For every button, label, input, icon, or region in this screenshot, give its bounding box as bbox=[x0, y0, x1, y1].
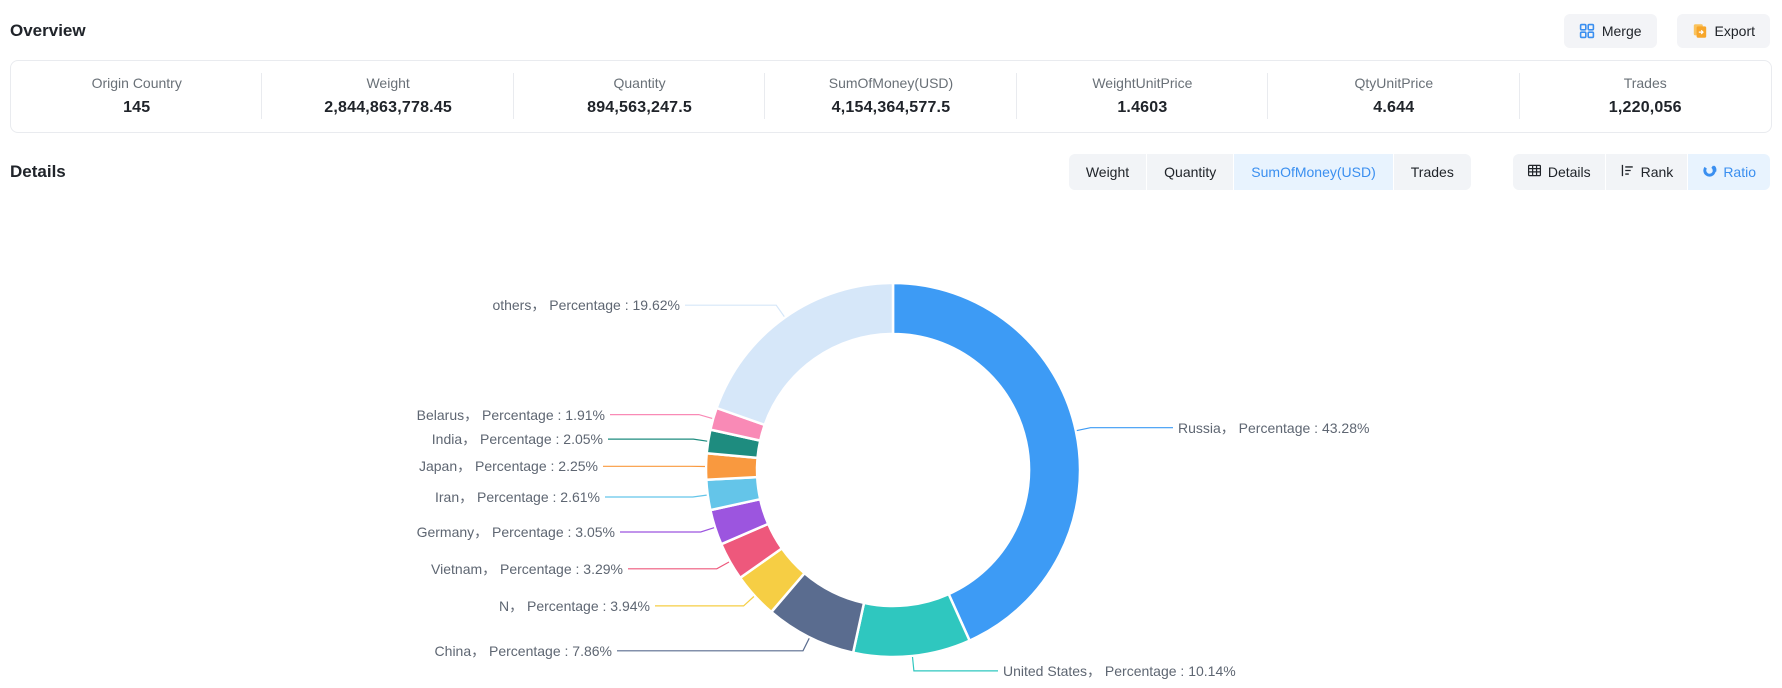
tab-label: Weight bbox=[1086, 164, 1129, 180]
stat-sumofmoney-usd: SumOfMoney(USD) 4,154,364,577.5 bbox=[765, 75, 1016, 117]
details-bar: Details Weight Quantity SumOfMoney(USD) Tra… bbox=[0, 154, 1782, 190]
chart-leader-line-n bbox=[655, 597, 754, 606]
stat-value: 1.4603 bbox=[1017, 99, 1268, 117]
chart-label-germany: Germany， Percentage : 3.05% bbox=[417, 521, 615, 543]
rank-icon bbox=[1620, 163, 1635, 181]
stat-label: QtyUnitPrice bbox=[1268, 75, 1519, 91]
stat-trades: Trades 1,220,056 bbox=[1520, 75, 1771, 117]
stat-value: 894,563,247.5 bbox=[514, 99, 765, 117]
stat-value: 145 bbox=[11, 99, 262, 117]
stat-label: Quantity bbox=[514, 75, 765, 91]
chart-leader-line-india bbox=[608, 439, 707, 441]
merge-button[interactable]: Merge bbox=[1564, 14, 1657, 48]
stat-label: Trades bbox=[1520, 75, 1771, 91]
chart-label-china: China， Percentage : 7.86% bbox=[435, 640, 612, 662]
details-title: Details bbox=[10, 162, 66, 182]
tab-label: Details bbox=[1548, 164, 1591, 180]
stat-label: WeightUnitPrice bbox=[1017, 75, 1268, 91]
tab-rank[interactable]: Rank bbox=[1606, 154, 1688, 190]
chart-leader-line-china bbox=[617, 638, 809, 651]
donut-icon bbox=[1702, 163, 1717, 181]
stat-weightunitprice: WeightUnitPrice 1.4603 bbox=[1017, 75, 1268, 117]
chart-label-n: N， Percentage : 3.94% bbox=[499, 595, 650, 617]
tab-sumofmoney-usd[interactable]: SumOfMoney(USD) bbox=[1234, 154, 1392, 190]
tab-weight[interactable]: Weight bbox=[1069, 154, 1146, 190]
stat-value: 1,220,056 bbox=[1520, 99, 1771, 117]
metric-tab-group: Weight Quantity SumOfMoney(USD) Trades bbox=[1069, 154, 1471, 190]
donut-segment-others[interactable] bbox=[717, 283, 893, 425]
trade-analytics-page: Overview Merge bbox=[0, 0, 1782, 688]
stat-label: Weight bbox=[262, 75, 513, 91]
stat-quantity: Quantity 894,563,247.5 bbox=[514, 75, 765, 117]
export-button[interactable]: Export bbox=[1677, 14, 1770, 48]
chart-leader-line-belarus bbox=[610, 415, 712, 419]
chart-label-vietnam: Vietnam， Percentage : 3.29% bbox=[431, 558, 623, 580]
chart-label-japan: Japan， Percentage : 2.25% bbox=[419, 455, 598, 477]
tab-details[interactable]: Details bbox=[1513, 154, 1605, 190]
export-icon bbox=[1692, 23, 1708, 39]
tab-label: SumOfMoney(USD) bbox=[1251, 164, 1375, 180]
chart-leader-line-iran bbox=[605, 495, 707, 497]
topbar: Overview Merge bbox=[0, 0, 1782, 56]
tab-quantity[interactable]: Quantity bbox=[1147, 154, 1233, 190]
merge-icon bbox=[1579, 23, 1595, 39]
chart-label-iran: Iran， Percentage : 2.61% bbox=[435, 486, 600, 508]
merge-button-label: Merge bbox=[1602, 23, 1642, 39]
chart-label-russia: Russia， Percentage : 43.28% bbox=[1178, 417, 1369, 439]
page-title: Overview bbox=[10, 21, 86, 41]
chart-leader-line-germany bbox=[620, 528, 714, 532]
stat-qtyunitprice: QtyUnitPrice 4.644 bbox=[1268, 75, 1519, 117]
tab-label: Ratio bbox=[1723, 164, 1756, 180]
tab-ratio[interactable]: Ratio bbox=[1688, 154, 1770, 190]
overview-stats-card: Origin Country145Weight2,844,863,778.45Q… bbox=[10, 60, 1772, 133]
stat-weight: Weight 2,844,863,778.45 bbox=[262, 75, 513, 117]
chart-leader-line-others bbox=[685, 305, 784, 316]
table-icon bbox=[1527, 163, 1542, 181]
chart-leader-line-vietnam bbox=[628, 562, 729, 569]
stat-label: SumOfMoney(USD) bbox=[765, 75, 1016, 91]
topbar-actions: Merge Export bbox=[1564, 14, 1770, 48]
export-button-label: Export bbox=[1715, 23, 1755, 39]
tab-label: Trades bbox=[1411, 164, 1454, 180]
tab-trades[interactable]: Trades bbox=[1394, 154, 1471, 190]
stat-label: Origin Country bbox=[11, 75, 262, 91]
chart-label-others: others， Percentage : 19.62% bbox=[492, 294, 680, 316]
chart-leader-line-russia bbox=[1077, 428, 1173, 431]
stat-value: 4.644 bbox=[1268, 99, 1519, 117]
tab-label: Quantity bbox=[1164, 164, 1216, 180]
stat-value: 2,844,863,778.45 bbox=[262, 99, 513, 117]
chart-label-belarus: Belarus， Percentage : 1.91% bbox=[417, 404, 605, 426]
stat-origin-country: Origin Country 145 bbox=[11, 75, 262, 117]
chart-label-india: India， Percentage : 2.05% bbox=[432, 428, 603, 450]
donut-segment-russia[interactable] bbox=[893, 283, 1080, 641]
tab-label: Rank bbox=[1641, 164, 1674, 180]
view-tab-group: Details Rank Ratio bbox=[1513, 154, 1770, 190]
donut-segment-united-states[interactable] bbox=[853, 594, 970, 657]
chart-label-united-states: United States， Percentage : 10.14% bbox=[1003, 660, 1236, 682]
stat-value: 4,154,364,577.5 bbox=[765, 99, 1016, 117]
chart-leader-line-united-states bbox=[913, 657, 999, 671]
